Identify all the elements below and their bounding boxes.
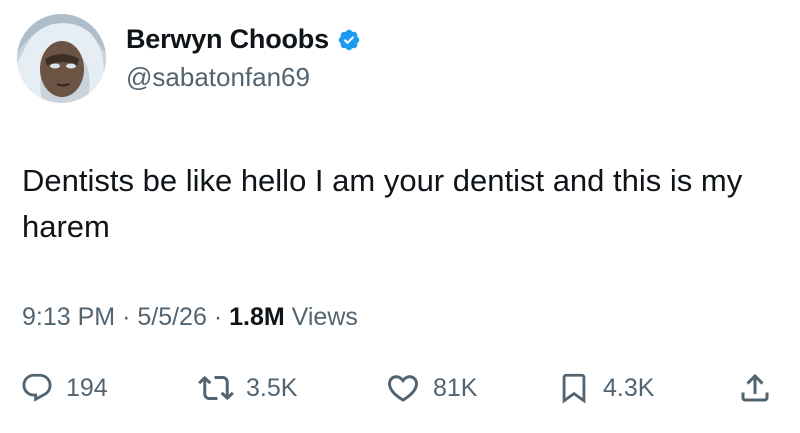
reply-button[interactable]: 194: [20, 366, 108, 410]
views-count: 1.8M: [229, 303, 285, 331]
repost-icon: [198, 375, 234, 401]
like-button[interactable]: 81K: [385, 366, 477, 410]
reply-count: 194: [66, 373, 108, 402]
meta-separator: ·: [122, 303, 131, 331]
bookmark-count: 4.3K: [603, 373, 655, 402]
tweet-meta: 9:13 PM · 5/5/26 · 1.8M Views: [22, 303, 358, 332]
like-icon: [387, 375, 419, 402]
tweet-date[interactable]: 5/5/26: [137, 303, 207, 331]
action-bar: 194 3.5K 81K 4.3K: [0, 366, 800, 410]
repost-button[interactable]: 3.5K: [198, 366, 297, 410]
reply-icon: [22, 373, 52, 402]
views-label: Views: [291, 303, 358, 331]
author-name-row: Berwyn Choobs: [126, 24, 361, 55]
share-icon: [741, 373, 769, 402]
meta-separator: ·: [213, 303, 223, 331]
bookmark-button[interactable]: 4.3K: [557, 366, 654, 410]
verified-badge-icon: [338, 29, 360, 50]
repost-count: 3.5K: [246, 373, 298, 402]
author-handle[interactable]: @sabatonfan69: [126, 62, 310, 93]
author-display-name[interactable]: Berwyn Choobs: [126, 24, 329, 55]
like-count: 81K: [433, 373, 478, 402]
avatar-image: [17, 14, 106, 103]
avatar[interactable]: [17, 14, 106, 103]
tweet-text: Dentists be like hello I am your dentist…: [22, 163, 743, 244]
tweet-time[interactable]: 9:13 PM: [22, 303, 115, 331]
bookmark-icon: [562, 373, 586, 404]
share-button[interactable]: [737, 366, 773, 410]
